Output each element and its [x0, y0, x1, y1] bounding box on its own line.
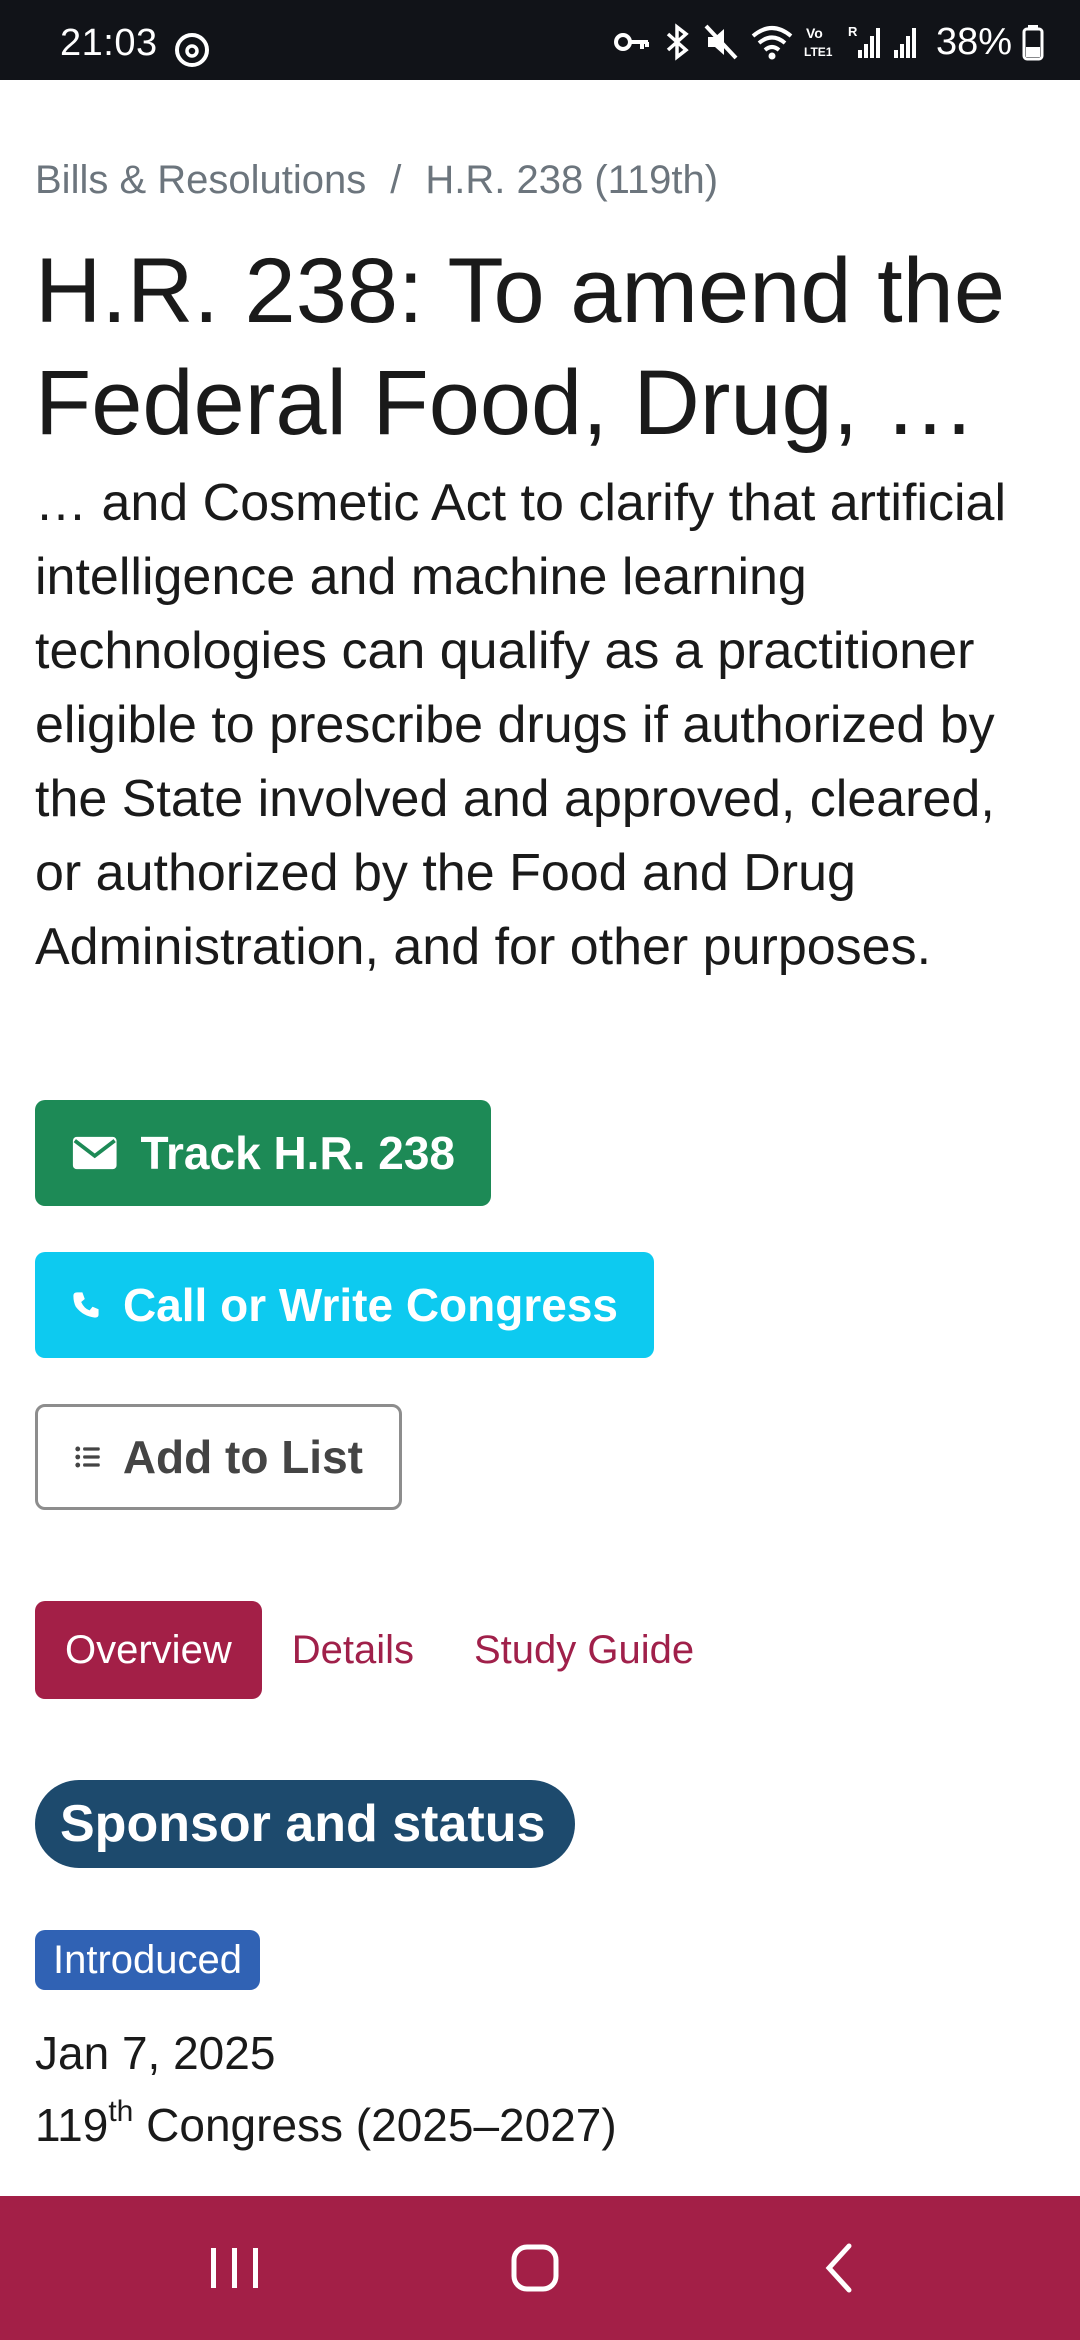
- back-icon[interactable]: [805, 2238, 875, 2298]
- volte-icon: Vo LTE1: [804, 25, 833, 59]
- svg-text:Vo: Vo: [806, 25, 823, 41]
- bluetooth-icon: [666, 23, 689, 61]
- status-icons: Vo LTE1 R 38%: [612, 20, 1044, 63]
- status-time: 21:03: [60, 22, 158, 64]
- mute-icon: [704, 24, 738, 60]
- tab-details[interactable]: Details: [262, 1601, 444, 1699]
- breadcrumb-bills-link[interactable]: Bills & Resolutions: [35, 158, 366, 203]
- introduced-date: Jan 7, 2025: [35, 2027, 276, 2079]
- breadcrumb: Bills & Resolutions / H.R. 238 (119th): [35, 158, 718, 203]
- signal-icon-2: [893, 28, 916, 58]
- threads-icon: [175, 33, 209, 67]
- svg-text:R: R: [848, 24, 858, 39]
- signal-icon: R: [848, 24, 880, 58]
- breadcrumb-separator: /: [390, 158, 402, 202]
- congress-years: Congress (2025–2027): [133, 2099, 617, 2151]
- bill-tabs: Overview Details Study Guide: [35, 1601, 724, 1699]
- call-congress-label: Call or Write Congress: [122, 1279, 618, 1331]
- tab-overview[interactable]: Overview: [35, 1601, 262, 1699]
- congress-ordinal: th: [108, 2095, 134, 2128]
- call-congress-button[interactable]: Call or Write Congress: [35, 1252, 654, 1358]
- battery-icon: [1022, 25, 1044, 61]
- envelope-icon: [72, 1136, 117, 1170]
- track-bill-label: Track H.R. 238: [140, 1127, 455, 1179]
- congress-session: 119th Congress (2025–2027): [35, 2095, 617, 2152]
- congress-number: 119: [35, 2099, 109, 2151]
- status-badge: Introduced: [35, 1930, 261, 1990]
- breadcrumb-current: H.R. 238 (119th): [425, 158, 719, 202]
- battery-percent: 38%: [935, 20, 1012, 63]
- wifi-icon: [751, 26, 793, 60]
- track-bill-button[interactable]: Track H.R. 238: [35, 1100, 491, 1206]
- section-heading-sponsor-status: Sponsor and status: [35, 1780, 576, 1868]
- page-title: H.R. 238: To amend the Federal Food, Dru…: [35, 240, 1005, 454]
- phone-icon: [73, 1292, 99, 1318]
- list-icon: [75, 1446, 100, 1468]
- recents-icon[interactable]: [200, 2238, 270, 2298]
- tab-study-guide[interactable]: Study Guide: [444, 1601, 724, 1699]
- bill-description: … and Cosmetic Act to clarify that artif…: [35, 474, 1007, 976]
- status-bar: 21:03 Vo LTE1 R 38%: [0, 0, 1080, 80]
- system-nav-bar: [0, 2196, 1080, 2340]
- vpn-key-icon: [613, 33, 649, 51]
- home-icon[interactable]: [500, 2238, 570, 2298]
- svg-text:LTE1: LTE1: [804, 45, 833, 59]
- add-to-list-button[interactable]: Add to List: [35, 1404, 402, 1510]
- add-to-list-label: Add to List: [122, 1431, 363, 1483]
